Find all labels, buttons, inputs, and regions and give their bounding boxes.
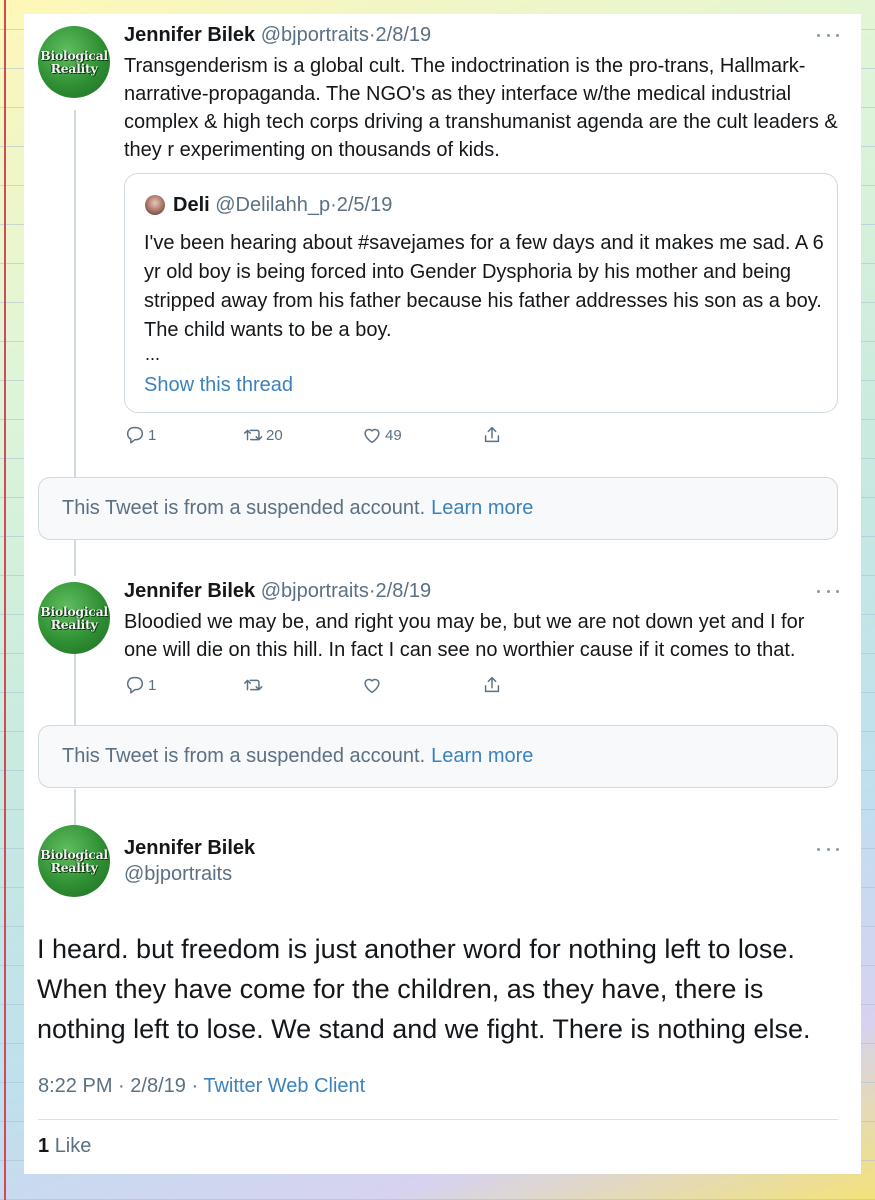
heart-icon [364, 428, 380, 444]
main-tweet-text: I heard. but freedom is just another wor… [37, 934, 811, 1044]
show-thread-link[interactable]: Show this thread [144, 374, 293, 397]
main-tweet-handle: @bjportraits [124, 863, 232, 886]
tweet-text: Transgenderism is a global cult. The ind… [124, 55, 838, 161]
user-handle: @Delilahh_p [215, 194, 331, 216]
suspended-tweet-notice: This Tweet is from a suspended account. … [38, 477, 838, 540]
tweet-thread-card: Biological Reality Jennifer Bilek @bjpor… [24, 14, 861, 1174]
reply-count: 1 [148, 676, 157, 694]
tweet-date[interactable]: 2/8/19 [376, 24, 432, 46]
thread-line [74, 540, 76, 576]
learn-more-link[interactable]: Learn more [431, 497, 533, 520]
tweet-time[interactable]: 8:22 PM [38, 1075, 112, 1097]
share-button[interactable] [481, 424, 503, 446]
retweet-icon [244, 429, 263, 441]
user-handle[interactable]: @bjportraits [261, 24, 369, 46]
separator-dot: · [118, 1075, 125, 1097]
like-button[interactable]: 49 [361, 424, 402, 446]
separator-dot: · [330, 194, 337, 216]
reply-icon [126, 426, 144, 444]
more-icon[interactable] [817, 30, 839, 40]
like-total: 1 [38, 1135, 50, 1157]
suspended-notice-text: This Tweet is from a suspended account. [62, 497, 426, 519]
tweet-date: 2/5/19 [336, 194, 393, 216]
share-icon [484, 426, 500, 443]
quoted-tweet-text: I've been hearing about #savejames for a… [144, 232, 824, 341]
separator-dot: · [368, 24, 376, 46]
quoted-tweet[interactable]: Deli @Delilahh_p·2/5/19 I've been hearin… [124, 173, 838, 413]
thread-line [74, 789, 76, 825]
tweet-metadata: 8:22 PM · 2/8/19 · Twitter Web Client [38, 1075, 365, 1098]
share-button[interactable] [481, 674, 503, 696]
thread-line [74, 110, 76, 480]
divider [38, 1119, 838, 1120]
user-handle[interactable]: @bjportraits [124, 863, 232, 885]
tweet-text: Bloodied we may be, and right you may be… [124, 611, 805, 661]
reply-button[interactable]: 1 [124, 424, 156, 446]
tweet-header: Jennifer Bilek @bjportraits·2/8/19 [124, 580, 431, 603]
avatar-logo-text: Biological Reality [40, 604, 108, 632]
tweet-date[interactable]: 2/8/19 [376, 580, 432, 602]
retweet-button[interactable] [242, 674, 264, 696]
separator-dot: · [191, 1075, 199, 1097]
user-handle[interactable]: @bjportraits [261, 580, 369, 602]
display-name[interactable]: Jennifer Bilek [124, 837, 255, 859]
retweet-count: 20 [266, 426, 283, 444]
display-name[interactable]: Jennifer Bilek [124, 580, 255, 602]
tweet-client-link[interactable]: Twitter Web Client [203, 1075, 365, 1097]
main-tweet-name: Jennifer Bilek [124, 837, 255, 860]
thread-line [74, 654, 76, 726]
avatar[interactable]: Biological Reality [38, 26, 110, 98]
separator-dot: · [368, 580, 376, 602]
learn-more-link[interactable]: Learn more [431, 745, 533, 768]
notebook-margin-line [4, 0, 6, 1200]
retweet-button[interactable]: 20 [242, 424, 283, 446]
like-stats[interactable]: 1 Like [38, 1135, 91, 1158]
suspended-tweet-notice: This Tweet is from a suspended account. … [38, 725, 838, 788]
retweet-icon [244, 679, 263, 691]
avatar[interactable]: Biological Reality [38, 825, 110, 897]
reply-button[interactable]: 1 [124, 674, 156, 696]
like-button[interactable] [361, 674, 383, 696]
reply-count: 1 [148, 426, 157, 444]
like-label: Like [54, 1135, 92, 1157]
display-name: Deli [173, 194, 210, 216]
heart-icon [364, 678, 380, 694]
quoted-tweet-header: Deli @Delilahh_p·2/5/19 [173, 194, 392, 217]
tweet-header: Jennifer Bilek @bjportraits·2/8/19 [124, 24, 431, 47]
like-count: 49 [385, 426, 402, 444]
reply-icon [126, 676, 144, 694]
share-icon [484, 676, 500, 693]
avatar-logo-text: Biological Reality [40, 847, 108, 875]
avatar-logo-text: Biological Reality [40, 48, 108, 76]
more-icon[interactable] [817, 586, 839, 596]
truncation-ellipsis: ... [145, 344, 161, 364]
more-icon[interactable] [817, 844, 839, 854]
tweet-date[interactable]: 2/8/19 [130, 1075, 186, 1097]
suspended-notice-text: This Tweet is from a suspended account. [62, 745, 426, 767]
avatar [145, 195, 165, 215]
display-name[interactable]: Jennifer Bilek [124, 24, 255, 46]
avatar[interactable]: Biological Reality [38, 582, 110, 654]
